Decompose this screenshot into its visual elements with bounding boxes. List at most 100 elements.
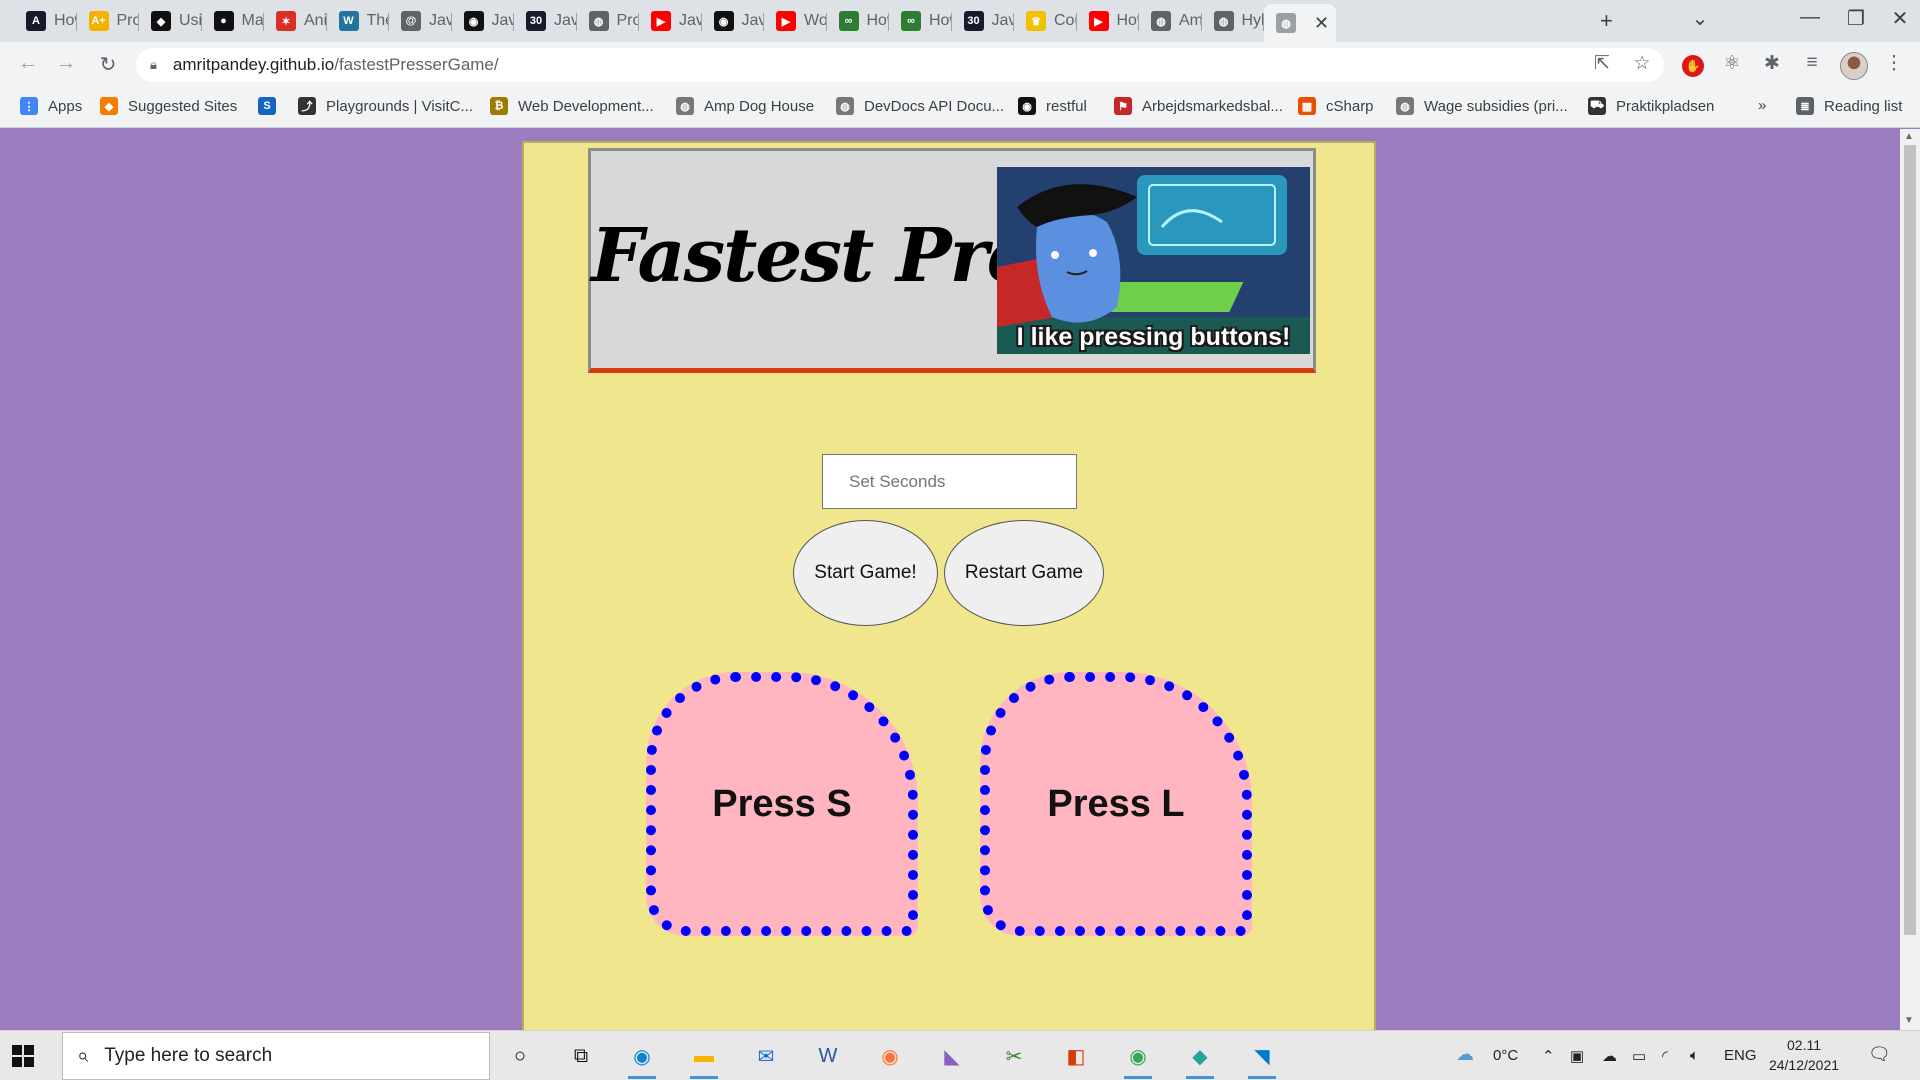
word-icon[interactable]: W xyxy=(812,1040,844,1072)
task-view-icon[interactable]: ⧉ xyxy=(565,1040,597,1072)
press-s-pad[interactable]: Press S xyxy=(646,672,918,936)
restart-game-button[interactable]: Restart Game xyxy=(944,520,1104,626)
browser-tab[interactable]: ♛ Cou xyxy=(1014,4,1077,38)
scroll-down-icon[interactable]: ▼ xyxy=(1904,1015,1914,1026)
notifications-icon[interactable]: 🗨︎ xyxy=(1868,1044,1891,1065)
bookmark-item[interactable]: ◉ restful xyxy=(1018,97,1087,115)
firefox-icon[interactable]: ◉ xyxy=(874,1040,906,1072)
adblock-icon[interactable]: ✋ xyxy=(1682,55,1704,77)
thirty-icon: 30 xyxy=(963,11,984,31)
bookmark-item[interactable]: ◆ Suggested Sites xyxy=(100,97,237,115)
meet-now-icon[interactable]: ▣ xyxy=(1570,1047,1584,1065)
weather-temp[interactable]: 0°C xyxy=(1493,1047,1518,1064)
edge-icon[interactable]: ◉ xyxy=(626,1040,658,1079)
browser-tab[interactable]: ◉ Java xyxy=(452,4,514,38)
bookmark-item[interactable]: ◍ DevDocs API Docu... xyxy=(836,97,1004,115)
back-icon[interactable]: ← xyxy=(14,52,42,75)
tray-chevron-icon[interactable]: ⌃ xyxy=(1542,1047,1555,1065)
vscode-icon[interactable]: ◥ xyxy=(1246,1040,1278,1079)
avatar[interactable] xyxy=(1840,52,1868,80)
set-seconds-input[interactable] xyxy=(822,454,1077,509)
bookmark-label: DevDocs API Docu... xyxy=(864,97,1005,115)
minimize-icon[interactable]: — xyxy=(1787,6,1833,29)
share-icon[interactable]: ⇱ xyxy=(1588,52,1616,75)
office-icon[interactable]: ◧ xyxy=(1060,1040,1092,1072)
file-explorer-icon[interactable]: ▬ xyxy=(688,1040,720,1079)
start-game-button[interactable]: Start Game! xyxy=(793,520,938,626)
browser-tab[interactable]: A+ Pro xyxy=(77,4,139,38)
wifi-icon[interactable]: ◜ xyxy=(1662,1047,1668,1065)
tab-title: Java xyxy=(429,12,452,29)
browser-tab[interactable]: ▶ Wo xyxy=(764,4,827,38)
cortana-icon[interactable]: ○ xyxy=(504,1040,536,1072)
bookmark-item[interactable]: ▦ cSharp xyxy=(1298,97,1374,115)
browser-tab[interactable]: ◆ Usi xyxy=(139,4,202,38)
gitkraken-icon[interactable]: ◆ xyxy=(1184,1040,1216,1079)
extensions-icon[interactable]: ✱ xyxy=(1758,52,1786,75)
reading-list-button[interactable]: ≣ Reading list xyxy=(1796,97,1902,115)
address-bar[interactable]: 🔒︎ amritpandey.github.io/fastestPresserG… xyxy=(136,48,1664,82)
browser-tab[interactable]: ▶ Java xyxy=(639,4,702,38)
browser-menu-icon[interactable]: ⋮ xyxy=(1880,52,1908,75)
chrome-icon[interactable]: ◉ xyxy=(1122,1040,1154,1079)
bookmark-item[interactable]: ⋮ Apps xyxy=(20,97,82,115)
active-tab[interactable]: ◍ ✕ xyxy=(1264,4,1336,42)
browser-tab[interactable]: 30 Java xyxy=(952,4,1014,38)
press-l-pad[interactable]: Press L xyxy=(980,672,1252,936)
forward-icon[interactable]: → xyxy=(52,52,80,75)
meme-caption: I like pressing buttons! xyxy=(1016,323,1291,351)
browser-tab[interactable]: ✶ Ani xyxy=(264,4,327,38)
browser-tab[interactable]: ● Ma xyxy=(202,4,264,38)
react-devtools-icon[interactable]: ⚛ xyxy=(1718,52,1746,75)
window-close-icon[interactable]: ✕ xyxy=(1877,6,1920,31)
taskbar-clock[interactable]: 02.11 24/12/2021 xyxy=(1762,1035,1846,1075)
windows-taskbar: ⌕ Type here to search ○ ⧉ ◉ ▬ ✉ W ◉ ◣ ✂ ◧ ◉ ◆ ◥ ☁ 0°… xyxy=(0,1030,1920,1080)
browser-tab[interactable]: ◉ Java xyxy=(702,4,764,38)
browser-tab[interactable]: ◍ Am xyxy=(1139,4,1202,38)
bookmark-item[interactable]: ◍ Wage subsidies (pri... xyxy=(1396,97,1568,115)
windows-start-icon[interactable] xyxy=(12,1045,34,1067)
media-control-icon[interactable]: ≡ xyxy=(1798,52,1826,74)
bookmark-item[interactable]: ⚑ Arbejdsmarkedsbal... xyxy=(1114,97,1283,115)
browser-tab[interactable]: ▶ How xyxy=(1077,4,1139,38)
scrollbar-thumb[interactable] xyxy=(1904,145,1916,935)
browser-tab[interactable]: @ Java xyxy=(389,4,452,38)
page-scrollbar[interactable]: ▲ ▼ xyxy=(1900,129,1920,1030)
maximize-icon[interactable]: ❐ xyxy=(1833,6,1879,31)
visual-studio-icon[interactable]: ◣ xyxy=(936,1040,968,1072)
browser-tab[interactable]: ∞ How xyxy=(827,4,889,38)
bookmark-label: Web Development... xyxy=(518,97,654,115)
bookmark-item[interactable]: S xyxy=(258,97,286,115)
taskbar-search-box[interactable]: ⌕ Type here to search xyxy=(62,1032,490,1080)
tab-search-icon[interactable]: ⌄ xyxy=(1677,6,1723,31)
bookmarks-overflow-icon[interactable]: » xyxy=(1758,97,1766,114)
onedrive-icon[interactable]: ☁ xyxy=(1602,1047,1617,1065)
volume-icon[interactable]: 🔈︎ xyxy=(1690,1047,1699,1064)
clock-date: 24/12/2021 xyxy=(1768,1057,1840,1073)
weather-icon[interactable]: ☁ xyxy=(1456,1044,1474,1065)
mail-icon[interactable]: ✉ xyxy=(750,1040,782,1072)
close-tab-icon[interactable]: ✕ xyxy=(1314,13,1329,34)
battery-icon[interactable]: ▭ xyxy=(1632,1047,1646,1065)
scroll-up-icon[interactable]: ▲ xyxy=(1904,131,1914,142)
runner-icon: ⤴ xyxy=(298,97,316,115)
bookmark-item[interactable]: ◍ Amp Dog House xyxy=(676,97,814,115)
browser-tab[interactable]: 30 Java xyxy=(514,4,577,38)
browser-tab[interactable]: A How xyxy=(14,4,77,38)
browser-tab[interactable]: ◍ Pro xyxy=(577,4,639,38)
new-tab-button[interactable]: + xyxy=(1600,8,1613,34)
snip-icon[interactable]: ✂ xyxy=(998,1040,1030,1072)
bookmark-item[interactable]: ⛟ Praktikpladsen xyxy=(1588,97,1714,115)
bookmark-label: Wage subsidies (pri... xyxy=(1424,97,1568,115)
bookmark-item[interactable]: ⤴ Playgrounds | VisitC... xyxy=(298,97,473,115)
bookmark-label: Arbejdsmarkedsbal... xyxy=(1142,97,1283,115)
bookmark-label: Apps xyxy=(48,97,83,115)
reload-icon[interactable]: ↻ xyxy=(94,52,122,77)
bookmark-star-icon[interactable]: ☆ xyxy=(1628,52,1656,75)
bookmark-item[interactable]: ₿ Web Development... xyxy=(490,97,654,115)
browser-tab[interactable]: ∞ How xyxy=(889,4,952,38)
browser-tab[interactable]: W The xyxy=(327,4,389,38)
browser-tab[interactable]: ◍ Hyl xyxy=(1202,4,1264,38)
language-indicator[interactable]: ENG xyxy=(1724,1047,1757,1064)
infinity-icon: ∞ xyxy=(901,11,921,31)
